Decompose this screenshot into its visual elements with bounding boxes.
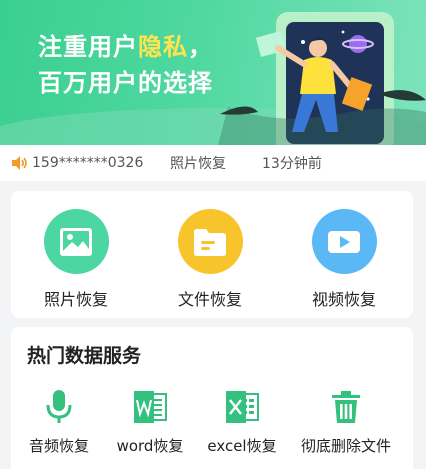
delete-files-button[interactable]: 彻底删除文件 [291,387,401,456]
photo-recovery-button[interactable]: 照片恢复 [11,209,141,310]
notice-action: 照片恢复 [170,156,226,172]
photo-icon [43,209,109,274]
recovery-notice-bar: 159*******0326 照片恢复 13分钟前 [0,145,426,181]
file-recovery-button[interactable]: 文件恢复 [145,209,275,310]
video-recovery-button[interactable]: 视频恢复 [279,209,409,310]
folder-icon [177,209,243,274]
speaker-icon [12,156,27,170]
hot-services-card: 热门数据服务 音频恢复 word恢复 excel恢复 彻底删除文件 [11,327,413,469]
video-recovery-label: 视频恢复 [311,290,376,309]
excel-icon [187,387,297,427]
file-recovery-label: 文件恢复 [177,290,242,309]
photo-recovery-label: 照片恢复 [43,290,108,309]
section-title: 热门数据服务 [27,345,142,367]
excel-recovery-button[interactable]: excel恢复 [187,387,297,456]
notice-time: 13分钟前 [262,156,322,172]
delete-files-label: 彻底删除文件 [300,437,391,455]
promo-banner[interactable]: 注重用户隐私， 百万用户的选择 [0,0,426,145]
banner-title-line1: 注重用户隐私， [38,33,213,61]
main-recovery-card: 照片恢复 文件恢复 视频恢复 [11,191,413,318]
banner-highlight: 隐私 [138,33,188,61]
excel-recovery-label: excel恢复 [207,437,277,455]
notice-phone: 159*******0326 [32,155,144,171]
video-icon [311,209,377,274]
trash-icon [291,387,401,427]
banner-title-line2: 百万用户的选择 [38,69,213,97]
banner-illustration [218,12,426,145]
